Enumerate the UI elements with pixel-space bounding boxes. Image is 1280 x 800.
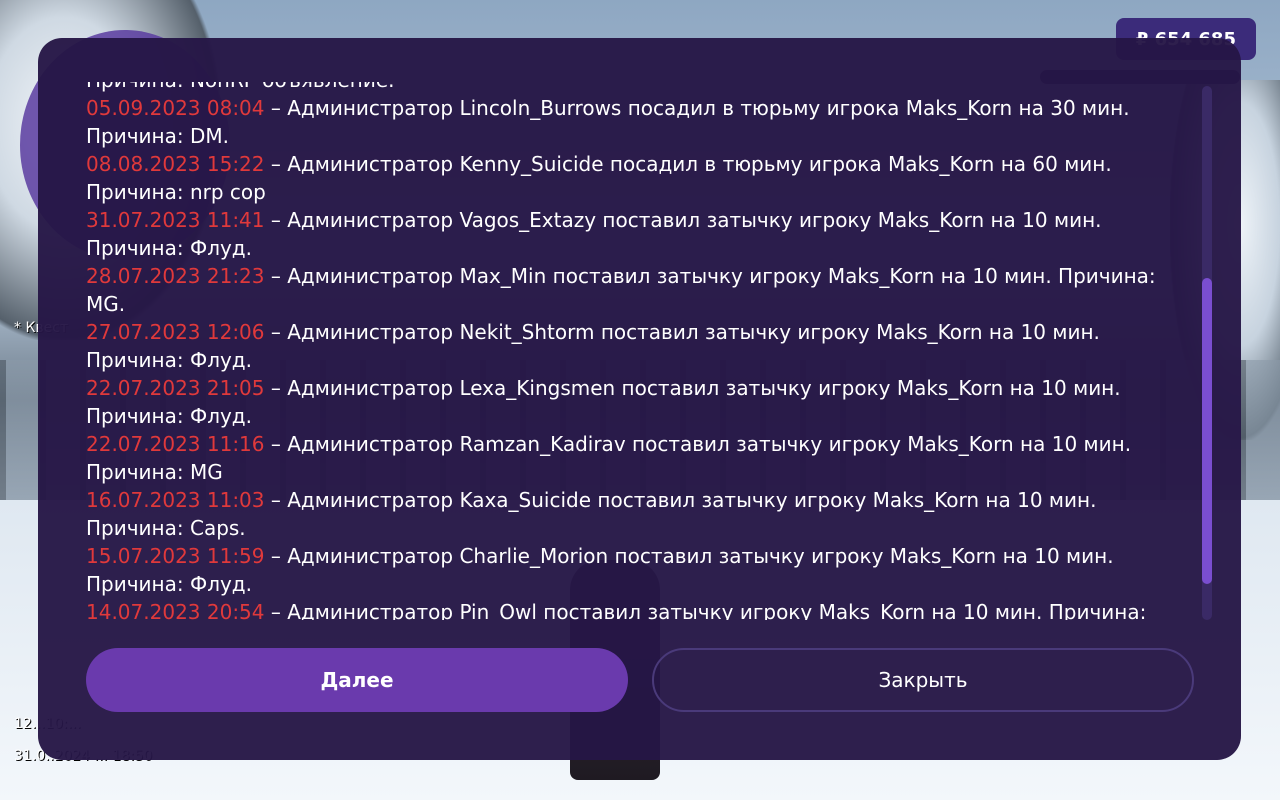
log-entry: 27.07.2023 12:06 – Администратор Nekit_S…	[86, 318, 1186, 374]
log-entry: 14.07.2023 20:54 – Администратор Pin_Owl…	[86, 598, 1186, 620]
log-entry: 15.07.2023 11:59 – Администратор Charlie…	[86, 542, 1186, 598]
log-entry-partial: Причина: NonRP объявление.	[86, 82, 1186, 94]
log-entry: 22.07.2023 11:16 – Администратор Ramzan_…	[86, 430, 1186, 486]
log-entry-date: 31.07.2023 11:41	[86, 208, 265, 232]
log-entry-date: 22.07.2023 21:05	[86, 376, 265, 400]
log-entry-date: 05.09.2023 08:04	[86, 96, 265, 120]
log-entry: 08.08.2023 15:22 – Администратор Kenny_S…	[86, 150, 1186, 206]
next-button[interactable]: Далее	[86, 648, 628, 712]
punishment-log[interactable]: Причина: NonRP объявление. 05.09.2023 08…	[86, 82, 1186, 620]
log-entry-date: 08.08.2023 15:22	[86, 152, 265, 176]
log-entry-date: 22.07.2023 11:16	[86, 432, 265, 456]
log-entry-date: 16.07.2023 11:03	[86, 488, 265, 512]
log-entry: 16.07.2023 11:03 – Администратор Kaxa_Su…	[86, 486, 1186, 542]
log-entry-date: 14.07.2023 20:54	[86, 600, 265, 620]
log-entry-date: 15.07.2023 11:59	[86, 544, 265, 568]
scrollbar-thumb[interactable]	[1202, 278, 1212, 584]
log-entry-date: 27.07.2023 12:06	[86, 320, 265, 344]
log-entry: 22.07.2023 21:05 – Администратор Lexa_Ki…	[86, 374, 1186, 430]
log-entry: 31.07.2023 11:41 – Администратор Vagos_E…	[86, 206, 1186, 262]
log-entry: 28.07.2023 21:23 – Администратор Max_Min…	[86, 262, 1186, 318]
log-entry: 05.09.2023 08:04 – Администратор Lincoln…	[86, 94, 1186, 150]
scrollbar-track[interactable]	[1202, 86, 1212, 620]
close-button[interactable]: Закрыть	[652, 648, 1194, 712]
log-entry-text: – Администратор Pin_Owl поставил затычку…	[264, 600, 1147, 620]
log-entry-date: 28.07.2023 21:23	[86, 264, 265, 288]
punishment-history-dialog: Причина: NonRP объявление. 05.09.2023 08…	[38, 38, 1241, 760]
